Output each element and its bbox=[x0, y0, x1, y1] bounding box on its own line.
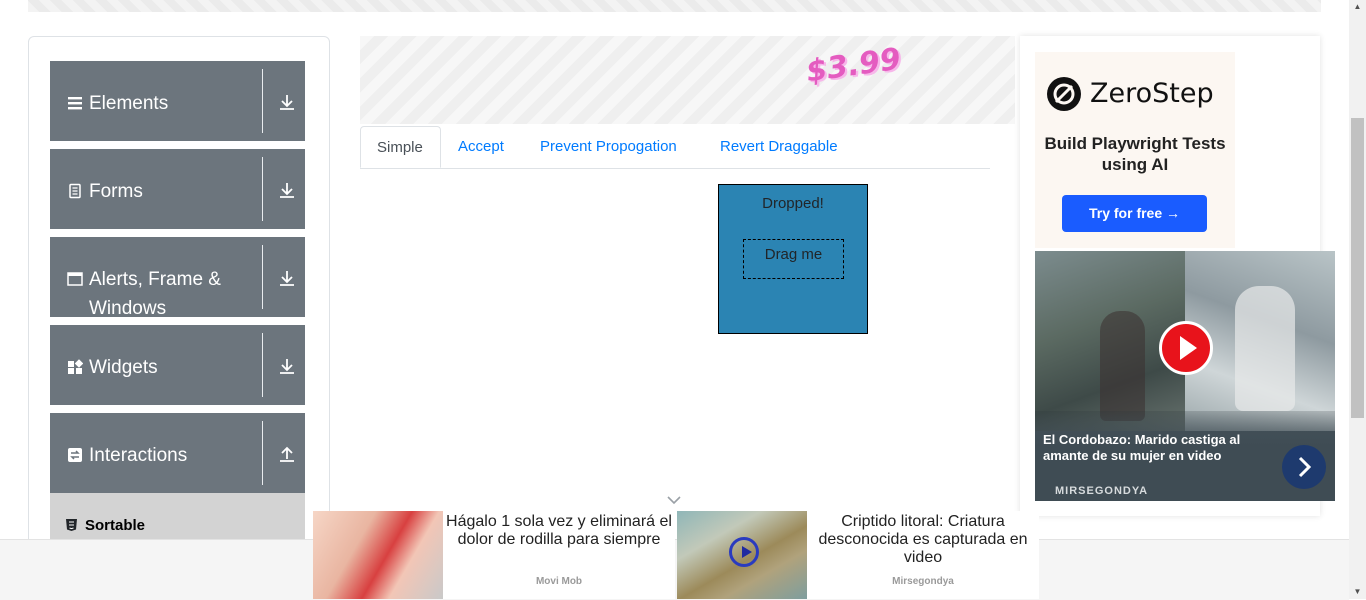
divider bbox=[262, 157, 263, 221]
ad-thumbnail bbox=[313, 511, 443, 599]
ad-source: Mirsegondya bbox=[892, 576, 954, 587]
native-ad-knee[interactable]: Hágalo 1 sola vez y eliminará el dolor d… bbox=[313, 511, 675, 599]
ad-thumbnail bbox=[677, 511, 807, 599]
download-arrow-icon[interactable] bbox=[278, 93, 296, 111]
tab-prevent-propogation[interactable]: Prevent Propogation bbox=[524, 126, 693, 168]
ad-title: Hágalo 1 sola vez y eliminará el dolor d… bbox=[446, 513, 672, 548]
play-button-icon[interactable] bbox=[1159, 321, 1213, 375]
banner-ad[interactable] bbox=[360, 36, 1015, 124]
ad-title: Criptido litoral: Criatura desconocida e… bbox=[818, 513, 1028, 566]
drop-target-text: Dropped! bbox=[762, 195, 824, 212]
try-for-free-button[interactable]: Try for free → bbox=[1062, 195, 1207, 232]
sidebar-group-label: Elements bbox=[89, 93, 169, 114]
video-source: MIRSEGONDYA bbox=[1055, 485, 1149, 497]
download-arrow-icon[interactable] bbox=[278, 181, 296, 199]
sidebar-group-label: Widgets bbox=[89, 357, 158, 378]
sidebar-group-alerts[interactable]: Alerts, Frame & Windows bbox=[50, 237, 305, 319]
tab-revert-draggable[interactable]: Revert Draggable bbox=[704, 126, 854, 168]
draggable-box[interactable]: Drag me bbox=[743, 239, 844, 279]
draggable-label: Drag me bbox=[764, 246, 823, 263]
divider bbox=[262, 245, 263, 309]
ad-source: Movi Mob bbox=[535, 576, 583, 587]
ad-tagline: Build Playwright Tests using AI bbox=[1044, 134, 1226, 174]
sidebar-group-label: Interactions bbox=[89, 445, 188, 466]
sidebar-group-elements[interactable]: Elements bbox=[50, 61, 305, 141]
video-title: El Cordobazo: Marido castiga al amante d… bbox=[1043, 432, 1241, 463]
divider bbox=[262, 421, 263, 485]
video-figure bbox=[1100, 311, 1145, 421]
chevron-right-icon bbox=[1298, 456, 1312, 478]
divider bbox=[262, 69, 263, 133]
divider bbox=[262, 333, 263, 397]
ad-brand-name: ZeroStep bbox=[1090, 78, 1214, 109]
window-icon bbox=[67, 272, 83, 286]
native-ad-creature[interactable]: Criptido litoral: Criatura desconocida e… bbox=[677, 511, 1039, 599]
zerostep-logo-icon bbox=[1047, 77, 1081, 111]
sidebar-group-forms[interactable]: Forms bbox=[50, 149, 305, 229]
sidebar-item-label: Sortable bbox=[85, 517, 146, 534]
document-icon bbox=[69, 183, 81, 199]
video-figure bbox=[1235, 286, 1295, 411]
scrollbar-thumb[interactable] bbox=[1351, 118, 1364, 418]
tab-simple[interactable]: Simple bbox=[360, 126, 441, 168]
html5-icon bbox=[66, 519, 77, 531]
widgets-icon bbox=[68, 359, 83, 374]
download-arrow-icon[interactable] bbox=[278, 357, 296, 375]
chevron-down-icon[interactable] bbox=[666, 494, 682, 506]
download-arrow-icon[interactable] bbox=[278, 269, 296, 287]
sidebar-group-widgets[interactable]: Widgets bbox=[50, 325, 305, 405]
sidebar: Elements Forms Alerts, Frame & Windows W… bbox=[28, 36, 330, 598]
tab-bar: Simple Accept Prevent Propogation Revert… bbox=[360, 126, 990, 169]
upload-arrow-icon[interactable] bbox=[278, 445, 296, 463]
scroll-up-icon[interactable]: ▲ bbox=[1349, 0, 1366, 14]
next-video-button[interactable] bbox=[1282, 445, 1326, 489]
page-scrollbar[interactable]: ▲ ▼ bbox=[1349, 0, 1366, 599]
scroll-down-icon[interactable]: ▼ bbox=[1349, 585, 1366, 599]
top-ad-strip bbox=[28, 0, 1321, 12]
tab-accept[interactable]: Accept bbox=[442, 126, 520, 168]
menu-icon bbox=[68, 97, 82, 110]
play-icon bbox=[729, 537, 759, 567]
swap-icon bbox=[68, 448, 82, 462]
sidebar-group-label: Alerts, Frame & Windows bbox=[89, 269, 221, 319]
sidebar-group-label: Forms bbox=[89, 181, 143, 202]
video-ad[interactable]: El Cordobazo: Marido castiga al amante d… bbox=[1035, 251, 1335, 501]
sidebar-group-interactions[interactable]: Interactions bbox=[50, 413, 305, 493]
